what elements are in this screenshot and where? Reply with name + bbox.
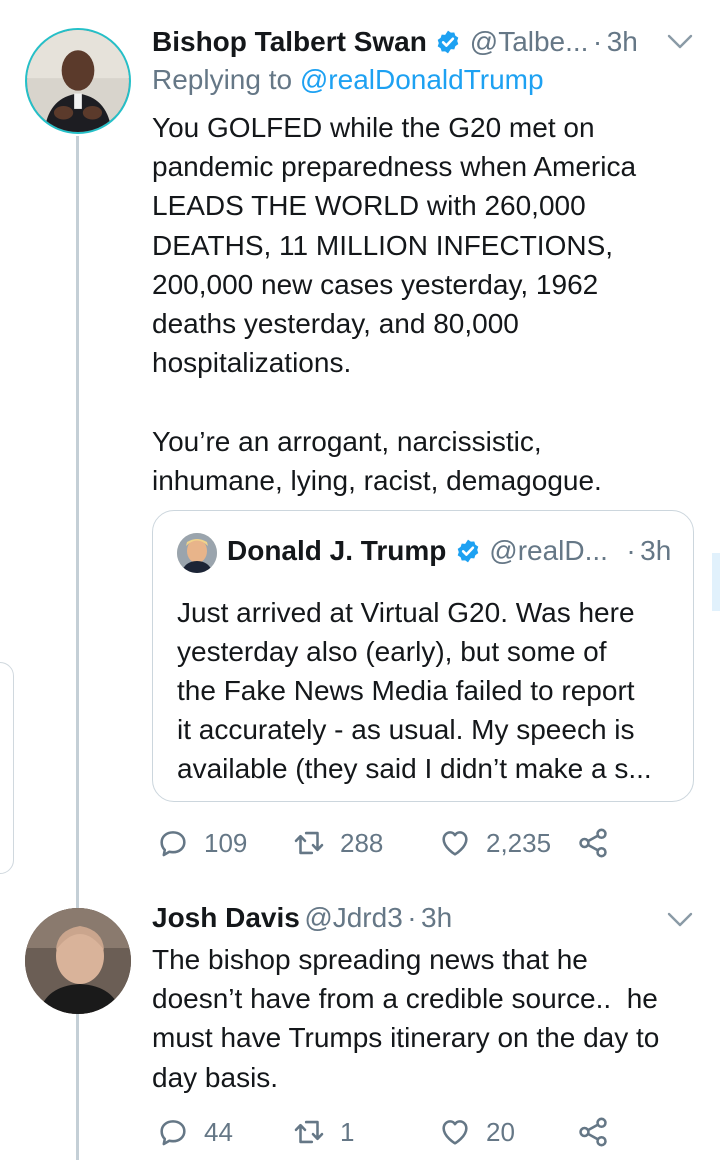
tweet2-header: Josh Davis @Jdrd3 · 3h <box>152 902 452 934</box>
quoted-tweet-text: Just arrived at Virtual G20. Was here ye… <box>177 597 652 784</box>
avatar-bishop[interactable] <box>25 28 131 134</box>
tweet1-chevron-down-icon[interactable] <box>667 34 693 50</box>
avatar-trump-image <box>177 533 217 573</box>
tweet1-header: Bishop Talbert Swan @Talbe... · 3h <box>152 26 638 58</box>
quoted-tweet-card[interactable]: Donald J. Trump @realD... · 3h Just arri… <box>152 510 694 802</box>
reply-icon <box>160 831 186 857</box>
quoted-time: 3h <box>640 535 672 566</box>
verified-badge-icon <box>457 539 479 563</box>
avatar-bishop-image <box>27 30 129 132</box>
tweet2-like-count: 20 <box>486 1116 515 1147</box>
quoted-tweet-header: Donald J. Trump @realD... · 3h <box>227 535 671 567</box>
replying-to-prefix: Replying to <box>152 64 293 95</box>
tweet2-separator: · <box>407 902 417 933</box>
quoted-separator: · <box>626 535 636 566</box>
tweet1-retweet-count: 288 <box>340 827 384 858</box>
avatar-trump <box>177 533 217 573</box>
tweet1-display-name[interactable]: Bishop Talbert Swan <box>152 26 427 57</box>
share-icon <box>579 1117 607 1147</box>
tweet2-like-button[interactable]: 20 <box>438 1115 515 1149</box>
avatar-josh[interactable] <box>25 908 131 1014</box>
tweet1-time[interactable]: 3h <box>607 26 638 57</box>
tweet2-retweet-count: 1 <box>340 1116 355 1147</box>
tweet2-reply-button[interactable]: 44 <box>156 1115 233 1149</box>
scroll-indicator <box>712 553 720 611</box>
tweet1-like-count: 2,235 <box>486 827 552 858</box>
verified-badge-icon <box>438 30 459 54</box>
tweet1-like-button[interactable]: 2,235 <box>438 826 551 860</box>
heart-icon <box>442 831 468 856</box>
tweet1-separator: · <box>592 26 603 57</box>
reply-icon <box>160 1120 186 1146</box>
quoted-display-name: Donald J. Trump <box>227 535 447 566</box>
tweet2-action-bar: 44 1 20 <box>152 1115 692 1155</box>
retweet-icon <box>294 831 324 855</box>
tweet2-handle[interactable]: @Jdrd3 <box>304 902 402 933</box>
tweet1-reply-button[interactable]: 109 <box>156 826 247 860</box>
tweet1-handle[interactable]: @Talbe... <box>470 26 589 57</box>
quoted-handle: @realD... <box>489 535 608 566</box>
tweet1-reply-count: 109 <box>204 827 248 858</box>
tweet2-display-name[interactable]: Josh Davis <box>152 902 300 933</box>
tweet2-retweet-button[interactable]: 1 <box>292 1115 354 1149</box>
retweet-icon <box>294 1120 324 1144</box>
side-panel-edge <box>0 662 14 874</box>
replying-to-mention[interactable]: @realDonaldTrump <box>300 64 544 95</box>
tweet1-action-bar: 109 288 2,235 <box>152 826 692 866</box>
share-icon <box>579 828 607 858</box>
avatar-josh-image <box>25 908 131 1014</box>
tweet1-text: You GOLFED while the G20 met on pandemic… <box>152 112 637 496</box>
tweet2-share-button[interactable] <box>576 1115 624 1149</box>
tweet2-reply-count: 44 <box>204 1116 233 1147</box>
tweet2-time[interactable]: 3h <box>421 902 452 933</box>
heart-icon <box>442 1120 468 1145</box>
tweet2-chevron-down-icon[interactable] <box>667 912 693 928</box>
tweet2-text: The bishop spreading news that he doesn’… <box>152 944 660 1093</box>
tweet1-retweet-button[interactable]: 288 <box>292 826 383 860</box>
tweet1-share-button[interactable] <box>576 826 624 860</box>
tweet1-replying-to: Replying to @realDonaldTrump <box>152 64 544 96</box>
